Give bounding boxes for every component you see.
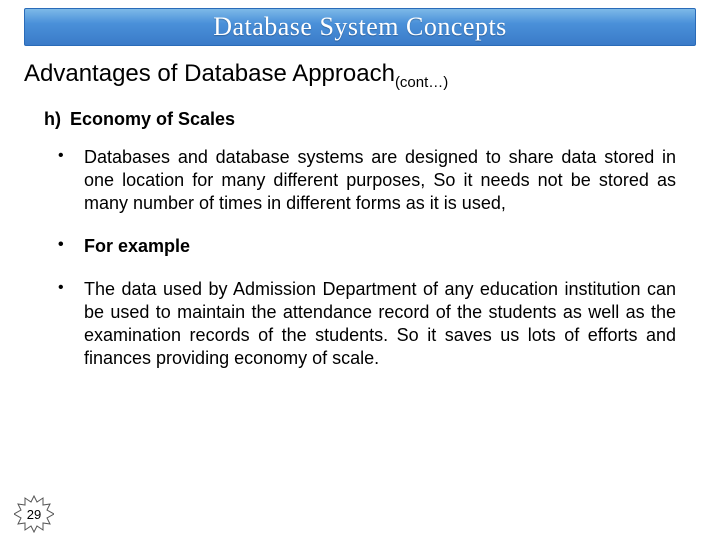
- slide-subtitle: Advantages of Database Approach(cont…): [24, 60, 696, 91]
- slide-title: Database System Concepts: [213, 12, 507, 42]
- bullet-list: Databases and database systems are desig…: [44, 146, 676, 370]
- slide-body: h)Economy of Scales Databases and databa…: [44, 109, 676, 370]
- list-item: Databases and database systems are desig…: [54, 146, 676, 215]
- section-heading: h)Economy of Scales: [44, 109, 676, 130]
- list-item: The data used by Admission Department of…: [54, 278, 676, 370]
- title-bar: Database System Concepts: [24, 8, 696, 46]
- page-number-badge: 29: [14, 494, 54, 534]
- slide: Database System Concepts Advantages of D…: [0, 8, 720, 540]
- page-number: 29: [27, 507, 41, 522]
- section-marker: h): [44, 109, 70, 130]
- list-item: For example: [54, 235, 676, 258]
- subtitle-cont: (cont…): [395, 74, 448, 91]
- section-heading-text: Economy of Scales: [70, 109, 235, 129]
- subtitle-text: Advantages of Database Approach: [24, 60, 395, 87]
